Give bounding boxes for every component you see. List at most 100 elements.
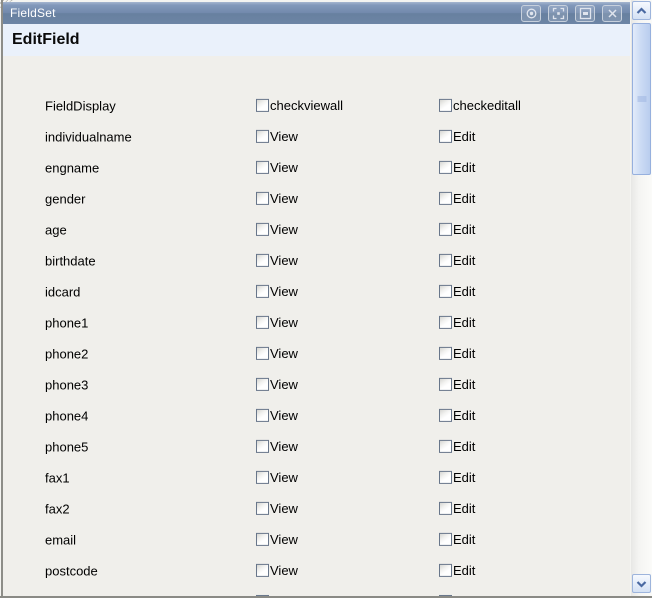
view-checkbox-label: View [270,314,298,329]
table-row: phone4 View Edit [3,400,630,431]
edit-checkbox[interactable] [439,191,452,204]
view-checkbox[interactable] [256,532,269,545]
view-checkbox[interactable] [256,284,269,297]
edit-checkbox-label: Edit [453,531,475,546]
edit-checkbox[interactable] [439,222,452,235]
chevron-up-icon [636,3,647,18]
table-row: phone5 View Edit [3,431,630,462]
view-checkbox[interactable] [256,470,269,483]
scroll-up-button[interactable] [632,1,651,20]
field-label: fax2 [45,501,70,516]
edit-checkbox[interactable] [439,160,452,173]
close-button[interactable] [602,5,622,22]
edit-cell: Edit [439,283,475,298]
edit-checkbox-label: Edit [453,314,475,329]
edit-checkbox[interactable] [439,98,452,111]
table-row: fax1 View Edit [3,462,630,493]
view-cell: View [256,562,298,577]
view-checkbox-label: View [270,128,298,143]
view-checkbox[interactable] [256,377,269,390]
edit-checkbox[interactable] [439,563,452,576]
restore-window-icon [579,7,592,20]
edit-checkbox[interactable] [439,501,452,514]
edit-checkbox[interactable] [439,346,452,359]
table-row: engname View Edit [3,152,630,183]
edit-checkbox[interactable] [439,284,452,297]
edit-cell: Edit [439,252,475,267]
view-cell: View [256,376,298,391]
view-checkbox[interactable] [256,346,269,359]
edit-checkbox[interactable] [439,532,452,545]
view-checkbox-label: View [270,221,298,236]
view-checkbox[interactable] [256,408,269,421]
field-label: gender [45,191,85,206]
view-checkbox[interactable] [256,222,269,235]
table-row: individualname View Edit [3,121,630,152]
titlebar[interactable]: FieldSet [3,2,630,24]
window-left-border [1,0,3,598]
field-label: age [45,222,67,237]
view-checkbox-label: View [270,531,298,546]
fieldset-window: FieldSet [0,0,652,598]
view-cell: View [256,128,298,143]
view-cell: checkviewall [256,97,343,112]
edit-cell: Edit [439,376,475,391]
edit-checkbox-label: Edit [453,438,475,453]
restore-window-button[interactable] [575,5,595,22]
view-checkbox[interactable] [256,129,269,142]
view-checkbox-label: checkviewall [270,97,343,112]
edit-cell: Edit [439,314,475,329]
edit-checkbox[interactable] [439,129,452,142]
page-title: EditField [3,31,80,49]
edit-cell: Edit [439,531,475,546]
view-checkbox[interactable] [256,563,269,576]
scrollbar-thumb[interactable] [632,23,651,175]
table-row: birthdate View Edit [3,245,630,276]
edit-cell: Edit [439,562,475,577]
view-cell: View [256,345,298,360]
field-label: phone3 [45,377,88,392]
view-checkbox-label: View [270,252,298,267]
fullscreen-button[interactable] [548,5,568,22]
table-row: fax2 View Edit [3,493,630,524]
table-row: postcode View Edit [3,555,630,586]
edit-cell: Edit [439,190,475,205]
table-row: age View Edit [3,214,630,245]
edit-checkbox-label: Edit [453,283,475,298]
edit-checkbox-label: Edit [453,252,475,267]
table-row: FieldDisplay checkviewall checkeditall [3,90,630,121]
view-cell: View [256,438,298,453]
view-checkbox[interactable] [256,315,269,328]
close-icon [606,7,619,20]
edit-checkbox[interactable] [439,470,452,483]
view-checkbox[interactable] [256,253,269,266]
circle-window-button[interactable] [521,5,541,22]
circle-button-icon [525,7,538,20]
field-label: phone1 [45,315,88,330]
table-row: idcard View Edit [3,276,630,307]
view-checkbox-label: View [270,159,298,174]
view-checkbox[interactable] [256,191,269,204]
edit-checkbox[interactable] [439,253,452,266]
view-checkbox[interactable] [256,160,269,173]
edit-checkbox[interactable] [439,439,452,452]
window-controls [521,5,622,22]
edit-checkbox[interactable] [439,408,452,421]
form-area: FieldDisplay checkviewall checkeditall i… [3,56,630,596]
edit-checkbox[interactable] [439,315,452,328]
field-label: FieldDisplay [45,98,116,113]
view-checkbox-label: View [270,407,298,422]
view-checkbox[interactable] [256,98,269,111]
view-checkbox-label: View [270,376,298,391]
edit-checkbox[interactable] [439,377,452,390]
scroll-down-button[interactable] [632,574,651,593]
view-checkbox[interactable] [256,439,269,452]
chevron-down-icon [636,576,647,591]
edit-cell: checkeditall [439,97,521,112]
table-row [3,586,630,596]
edit-checkbox-label: Edit [453,500,475,515]
window-title: FieldSet [3,6,56,20]
view-checkbox[interactable] [256,501,269,514]
vertical-scrollbar[interactable] [631,0,652,596]
edit-cell: Edit [439,221,475,236]
